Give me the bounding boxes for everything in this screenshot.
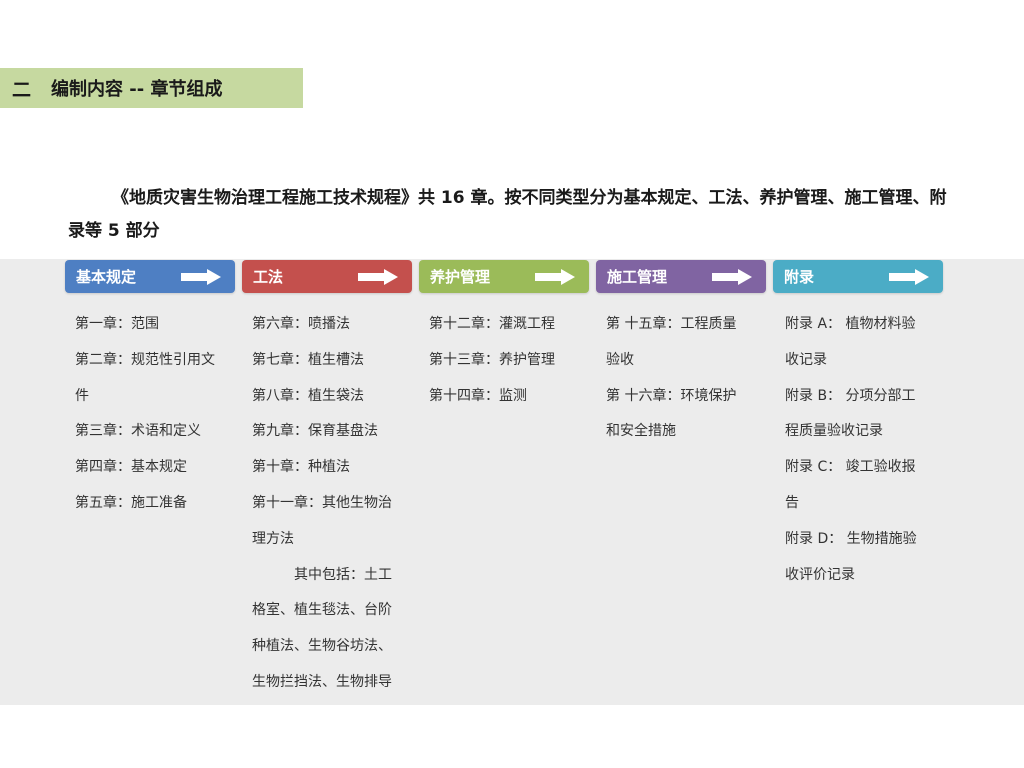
list-item: 收记录 <box>785 351 827 368</box>
column-header-label: 施工管理 <box>607 268 668 286</box>
list-item: 告 <box>785 494 799 511</box>
arrow-right-icon <box>889 269 929 285</box>
chapter-list: 第六章：喷播法 第七章：植生槽法 第八章：植生袋法 第九章：保育基盘法 第十章：… <box>242 307 412 701</box>
list-item: 第八章：植生袋法 <box>252 387 364 404</box>
column-methods: 工法 第六章：喷播法 第七章：植生槽法 第八章：植生袋法 第九章：保育基盘法 第… <box>242 260 412 701</box>
arrow-right-icon <box>712 269 752 285</box>
section-number: 二 <box>12 78 32 101</box>
list-item: 第十三章：养护管理 <box>429 351 555 368</box>
column-header-basic-rules: 基本规定 <box>65 260 235 293</box>
list-item: 第 十五章：工程质量 <box>606 316 737 332</box>
column-appendix: 附录 附录 A： 植物材料验 收记录 附录 B： 分项分部工 程质量验收记录 附… <box>773 260 943 593</box>
list-item: 其中包括：土工 <box>294 566 392 583</box>
list-item: 附录 A： 植物材料验 <box>785 316 916 332</box>
list-item: 理方法 <box>252 530 294 547</box>
arrow-right-icon <box>535 269 575 285</box>
list-item: 第六章：喷播法 <box>252 316 350 332</box>
list-item: 格室、植生毯法、台阶 <box>252 602 392 619</box>
column-maintenance: 养护管理 第十二章：灌溉工程 第十三章：养护管理 第十四章：监测 <box>419 260 589 414</box>
list-item: 程质量验收记录 <box>785 423 883 440</box>
list-item: 第七章：植生槽法 <box>252 351 364 368</box>
list-item: 验收 <box>606 351 634 368</box>
list-item: 第 十六章：环境保护 <box>606 387 737 404</box>
chapter-list: 第十二章：灌溉工程 第十三章：养护管理 第十四章：监测 <box>419 307 589 414</box>
list-item: 第四章：基本规定 <box>75 459 187 476</box>
column-header-construction-management: 施工管理 <box>596 260 766 293</box>
list-item: 附录 C： 竣工验收报 <box>785 459 916 476</box>
list-item: 第三章：术语和定义 <box>75 423 201 440</box>
list-item: 附录 B： 分项分部工 <box>785 387 916 404</box>
list-item: 收评价记录 <box>785 566 855 583</box>
column-basic-rules: 基本规定 第一章：范围 第二章：规范性引用文 件 第三章：术语和定义 第四章：基… <box>65 260 235 522</box>
column-header-label: 工法 <box>253 268 284 286</box>
column-header-maintenance: 养护管理 <box>419 260 589 293</box>
arrow-right-icon <box>358 269 398 285</box>
chapter-list: 附录 A： 植物材料验 收记录 附录 B： 分项分部工 程质量验收记录 附录 C… <box>773 307 943 593</box>
section-title-band: 二 编制内容 -- 章节组成 <box>0 68 303 108</box>
list-item: 生物拦挡法、生物排导 <box>252 673 392 690</box>
column-header-methods: 工法 <box>242 260 412 293</box>
chapter-list: 第一章：范围 第二章：规范性引用文 件 第三章：术语和定义 第四章：基本规定 第… <box>65 307 235 522</box>
column-construction-management: 施工管理 第 十五章：工程质量 验收 第 十六章：环境保护 和安全措施 <box>596 260 766 450</box>
list-item: 第二章：规范性引用文 <box>75 351 215 368</box>
intro-paragraph: 《地质灾害生物治理工程施工技术规程》共 16 章。按不同类型分为基本规定、工法、… <box>68 188 947 241</box>
list-item: 第九章：保育基盘法 <box>252 423 378 440</box>
column-header-label: 附录 <box>784 268 815 286</box>
list-item: 第一章：范围 <box>75 316 159 332</box>
section-title: 编制内容 -- 章节组成 <box>51 79 223 100</box>
arrow-right-icon <box>181 269 221 285</box>
list-item: 第十四章：监测 <box>429 387 527 404</box>
list-item: 第十一章：其他生物治 <box>252 494 392 511</box>
list-item: 第十二章：灌溉工程 <box>429 316 555 332</box>
column-header-label: 养护管理 <box>430 268 491 286</box>
list-item: 和安全措施 <box>606 423 676 440</box>
column-header-label: 基本规定 <box>76 268 137 286</box>
list-item: 件 <box>75 387 89 404</box>
list-item: 种植法、生物谷坊法、 <box>252 638 392 655</box>
list-item: 第十章：种植法 <box>252 459 350 476</box>
list-item: 附录 D： 生物措施验 <box>785 530 917 547</box>
list-item: 第五章：施工准备 <box>75 494 187 511</box>
chapter-list: 第 十五章：工程质量 验收 第 十六章：环境保护 和安全措施 <box>596 307 766 450</box>
column-header-appendix: 附录 <box>773 260 943 293</box>
